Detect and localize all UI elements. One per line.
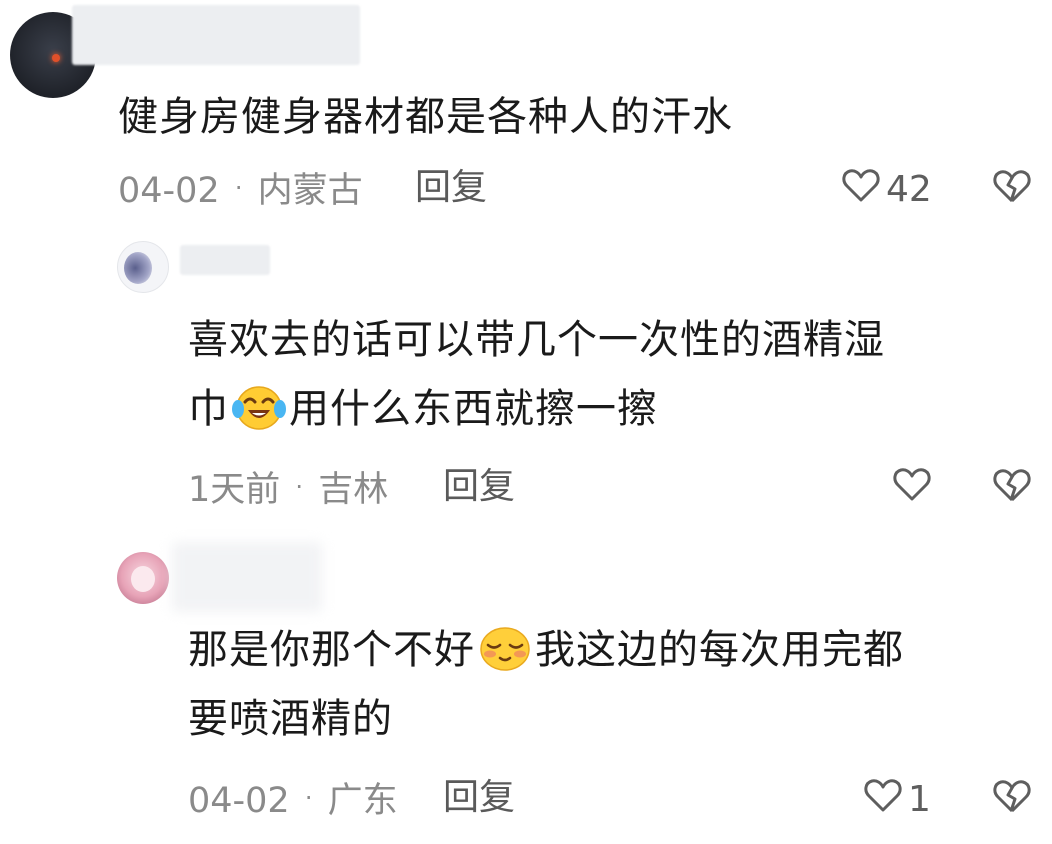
dislike-button[interactable] <box>993 168 1031 213</box>
broken-heart-icon <box>993 467 1031 512</box>
comment-text-line1: 喜欢去的话可以带几个一次性的酒精湿 <box>188 317 885 363</box>
dislike-button[interactable] <box>993 467 1031 512</box>
username-blurred <box>172 542 322 612</box>
like-button[interactable]: 42 <box>842 167 932 212</box>
comment-meta: 04-02 · 广东 <box>188 778 398 821</box>
like-count: 1 <box>908 778 931 820</box>
comment-text-part2: 用什么东西就擦一擦 <box>289 386 658 432</box>
comment-text: 喜欢去的话可以带几个一次性的酒精湿 巾 用什么东西就擦一擦 <box>188 313 885 436</box>
shy-smile-emoji <box>477 623 533 673</box>
comment-date: 04-02 <box>118 171 220 211</box>
username-blurred <box>180 245 270 275</box>
username-blurred <box>72 5 360 65</box>
reply-button[interactable]: 回复 <box>415 168 487 208</box>
broken-heart-icon <box>993 168 1031 213</box>
comment-text-line2: 要喷酒精的 <box>188 696 393 742</box>
comment-text: 那是你那个不好 我这边的每次用完都 要喷酒精的 <box>188 623 904 746</box>
comment-text-part2: 我这边的每次用完都 <box>535 627 904 673</box>
meta-separator: · <box>295 473 304 501</box>
heart-outline-icon <box>864 777 902 822</box>
comment-text-part1: 巾 <box>188 386 229 432</box>
heart-outline-icon <box>893 466 931 511</box>
like-count: 42 <box>886 168 932 210</box>
heart-outline-icon <box>842 167 880 212</box>
comment-date: 04-02 <box>188 781 290 821</box>
like-button[interactable] <box>893 466 937 511</box>
comment-text-line1: 那是你那个不好 我这边的每次用完都 <box>188 623 904 677</box>
comment-date: 1天前 <box>188 470 281 510</box>
broken-heart-icon <box>993 778 1031 823</box>
comment-meta: 1天前 · 吉林 <box>188 467 388 510</box>
comment-text: 健身房健身器材都是各种人的汗水 <box>118 94 733 140</box>
meta-separator: · <box>304 784 313 812</box>
comment-location: 内蒙古 <box>257 171 363 211</box>
avatar[interactable] <box>117 552 169 604</box>
reply-button[interactable]: 回复 <box>443 778 515 818</box>
dislike-button[interactable] <box>993 778 1031 823</box>
reply-button[interactable]: 回复 <box>443 467 515 507</box>
comment-location: 广东 <box>327 781 398 821</box>
comment-meta: 04-02 · 内蒙古 <box>118 168 363 211</box>
laugh-cry-emoji <box>231 382 287 432</box>
like-button[interactable]: 1 <box>864 777 931 822</box>
comment-text-part1: 那是你那个不好 <box>188 627 475 673</box>
comment-text-line2: 巾 用什么东西就擦一擦 <box>188 382 885 436</box>
meta-separator: · <box>234 174 243 202</box>
comment-location: 吉林 <box>318 470 389 510</box>
avatar[interactable] <box>117 241 169 293</box>
